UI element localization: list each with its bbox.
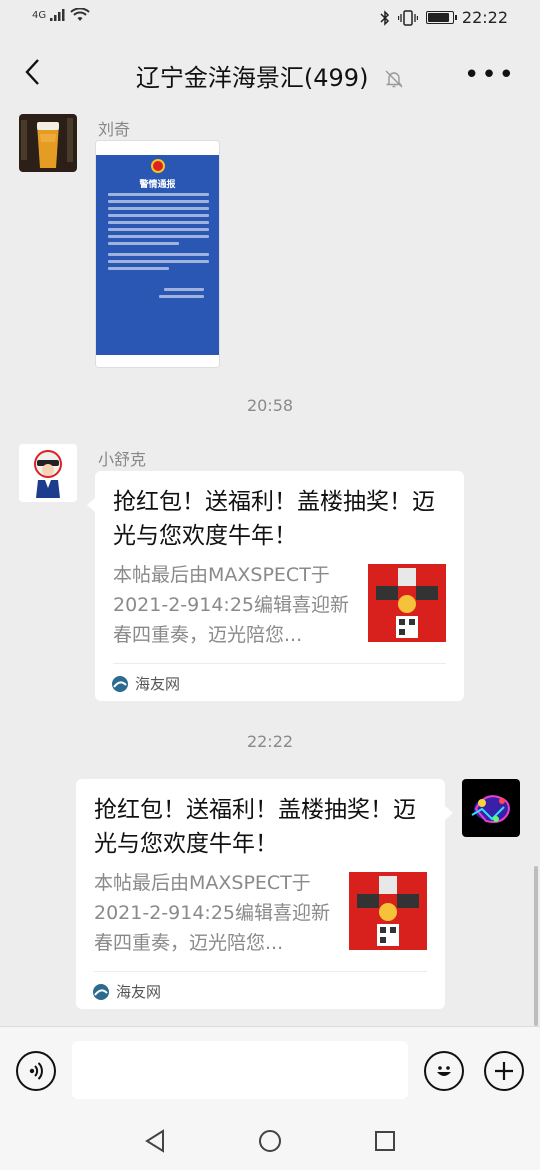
status-time: 22:22 [461,8,508,27]
source-logo-icon [112,675,128,692]
nav-home-button[interactable] [257,1128,283,1154]
emoji-icon [437,1066,451,1076]
card-title: 抢红包！送福利！盖楼抽奖！迈光与您欢度牛年！ [94,797,416,857]
bluetooth-icon [380,9,389,26]
timestamp: 22:22 [246,732,294,751]
system-nav-bar [0,1112,540,1170]
card-divider [113,663,446,664]
timestamp: 20:58 [246,396,294,415]
network-label: 4G [32,9,47,21]
voice-button[interactable] [16,1051,56,1091]
police-emblem-icon [150,159,165,173]
input-bar [0,1026,540,1112]
link-card[interactable]: 抢红包！送福利！盖楼抽奖！迈光与您欢度牛年！ 本帖最后由MAXSPECT于202… [95,471,464,701]
card-thumbnail [368,564,446,642]
card-source-label: 海友网 [135,675,181,693]
square-recents-icon [375,1131,395,1151]
signal-icon [50,9,65,21]
avatar-self[interactable] [462,779,520,837]
image-content: 警情通报 [96,155,219,355]
card-title: 抢红包！送福利！盖楼抽奖！迈光与您欢度牛年！ [113,489,435,549]
card-source-label: 海友网 [116,983,162,1001]
card-description: 本帖最后由MAXSPECT于2021-2-914:25编辑喜迎新春四重奏，迈光陪… [94,872,330,954]
battery-level [427,13,449,22]
nav-back-button[interactable] [142,1128,168,1154]
battery-icon [425,11,457,24]
image-heading: 警情通报 [139,180,176,190]
wifi-icon [70,8,90,21]
title-bar: 辽宁金洋海景汇(499) ••• [0,38,540,106]
card-description: 本帖最后由MAXSPECT于2021-2-914:25编辑喜迎新春四重奏，迈光陪… [113,564,349,646]
chat-area[interactable]: 刘奇 警情通报 20:58 小舒克 抢红包！送福利！盖楼抽奖！迈光与您欢度牛年！ [0,106,540,1026]
voice-icon [29,1062,43,1080]
bubble-tail [87,498,95,512]
image-text-lines [108,193,209,302]
link-card[interactable]: 抢红包！送福利！盖楼抽奖！迈光与您欢度牛年！ 本帖最后由MAXSPECT于202… [76,779,445,1009]
nav-recents-button[interactable] [372,1128,398,1154]
source-logo-icon [93,983,109,1000]
chat-title: 辽宁金洋海景汇(499) [135,64,369,92]
image-bottom-bar [96,355,219,367]
more-functions-button[interactable] [484,1051,524,1091]
triangle-back-icon [145,1129,164,1153]
card-divider [94,971,427,972]
vibrate-icon [397,9,418,26]
status-left: 4G [32,8,90,22]
status-bar: 4G 22:22 [0,0,540,38]
emoji-button[interactable] [424,1051,464,1091]
status-right: 22:22 [380,8,508,27]
more-button[interactable]: ••• [464,60,516,90]
card-thumbnail [349,872,427,950]
message-input[interactable] [72,1041,408,1099]
image-message[interactable]: 警情通报 [95,140,220,368]
card-source: 海友网 [92,981,161,1002]
plus-icon [495,1062,513,1080]
chat-title-wrap: 辽宁金洋海景汇(499) [0,58,540,93]
mute-bell-icon [385,70,403,88]
sender-name: 小舒克 [98,450,147,469]
bubble-tail [445,806,453,820]
card-source: 海友网 [111,673,180,694]
sender-name: 刘奇 [98,120,131,139]
avatar-liuqi[interactable] [19,114,77,172]
scrollbar[interactable] [534,866,538,1026]
avatar-xiaoshuke[interactable] [19,444,77,502]
circle-home-icon [259,1130,281,1152]
image-top-bar [96,141,219,155]
